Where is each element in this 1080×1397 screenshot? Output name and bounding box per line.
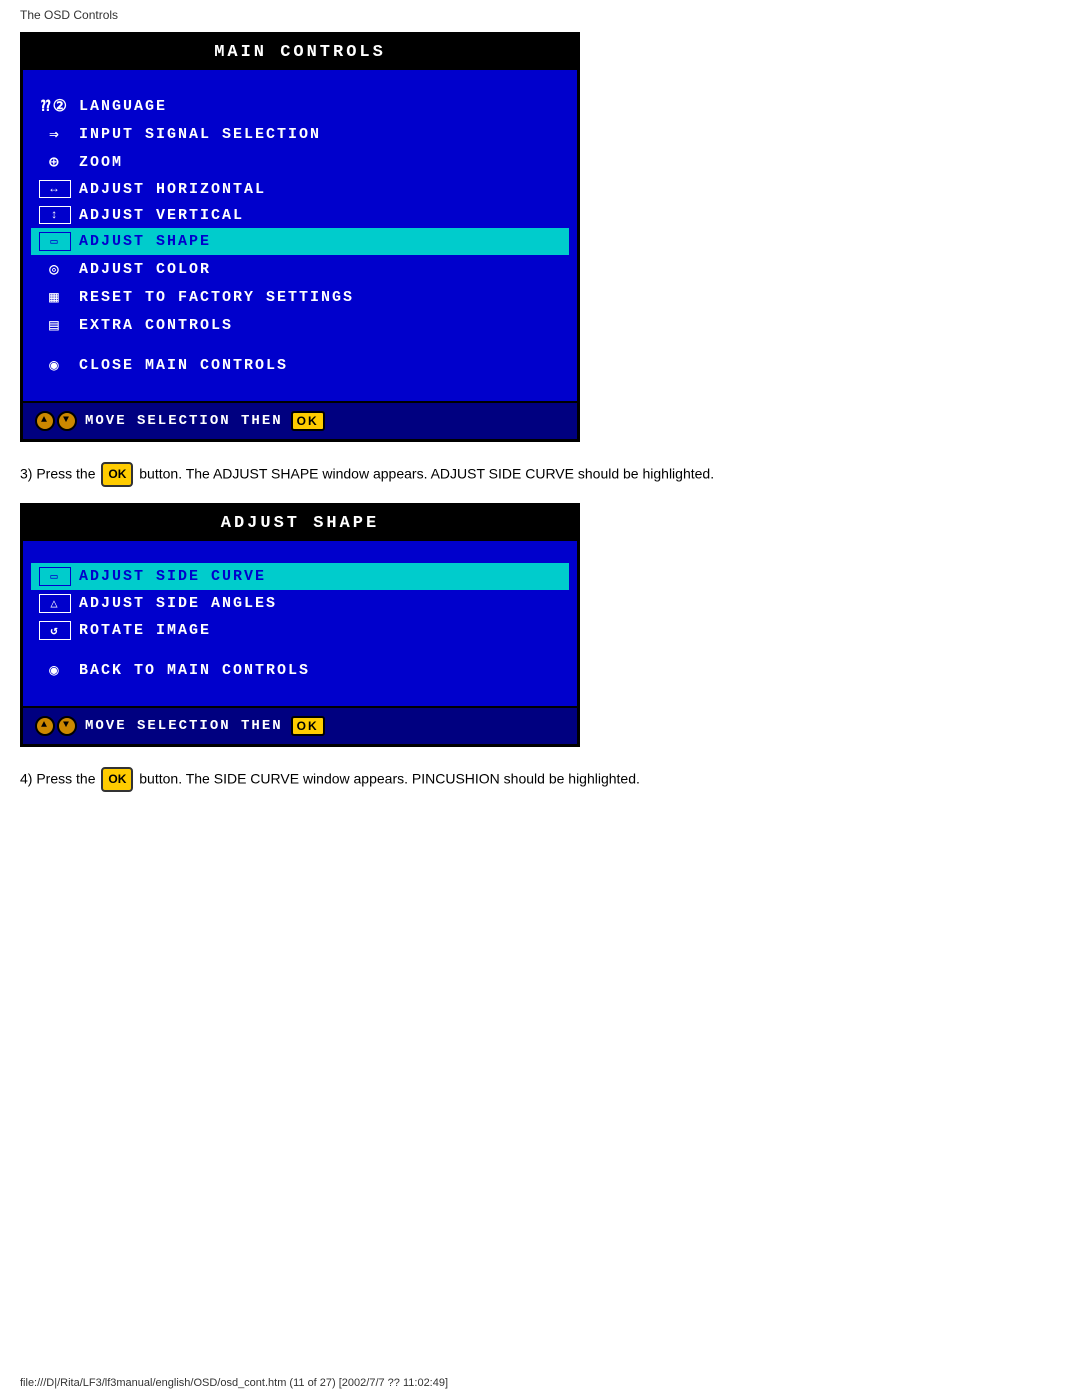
- page-footer: file:///D|/Rita/LF3/lf3manual/english/OS…: [20, 1377, 448, 1389]
- osd-item-input-signal[interactable]: ⇒ INPUT SIGNAL SELECTION: [31, 120, 569, 148]
- osd-item-close-main[interactable]: ◉ CLOSE MAIN CONTROLS: [31, 351, 569, 379]
- input-signal-label: INPUT SIGNAL SELECTION: [79, 126, 561, 143]
- osd-item-extra-controls[interactable]: ▤ EXTRA CONTROLS: [31, 311, 569, 339]
- extra-controls-label: EXTRA CONTROLS: [79, 317, 561, 334]
- osd-item-zoom[interactable]: ⊕ ZOOM: [31, 148, 569, 176]
- adjust-horiz-icon: ↔: [39, 180, 71, 198]
- ok-badge-shape: OK: [291, 716, 325, 736]
- osd-item-side-angles[interactable]: △ ADJUST SIDE ANGLES: [31, 590, 569, 617]
- rotate-image-icon: ↺: [39, 621, 71, 640]
- side-curve-icon: ▭: [39, 567, 71, 586]
- nav-down-icon: ▼: [57, 411, 77, 431]
- close-main-icon: ◉: [39, 355, 71, 375]
- language-icon: ⁇②: [39, 96, 71, 116]
- zoom-label: ZOOM: [79, 154, 561, 171]
- side-angles-icon: △: [39, 594, 71, 613]
- adjust-shape-osd: ADJUST SHAPE ▭ ADJUST SIDE CURVE △ ADJUS…: [20, 503, 580, 747]
- para3-after: button. The ADJUST SHAPE window appears.…: [139, 465, 714, 481]
- nav-down-icon-2: ▼: [57, 716, 77, 736]
- adjust-vert-icon: ↕: [39, 206, 71, 224]
- ok-button-inline-4: OK: [101, 767, 133, 792]
- extra-controls-icon: ▤: [39, 315, 71, 335]
- back-main-icon: ◉: [39, 660, 71, 680]
- side-curve-label: ADJUST SIDE CURVE: [79, 568, 561, 585]
- osd-item-language[interactable]: ⁇② LANGUAGE: [31, 92, 569, 120]
- adjust-shape-footer: ▲ ▼ MOVE SELECTION THEN OK: [23, 706, 577, 744]
- zoom-icon: ⊕: [39, 152, 71, 172]
- osd-item-adjust-horiz[interactable]: ↔ ADJUST HORIZONTAL: [31, 176, 569, 202]
- main-controls-osd: MAIN CONTROLS ⁇② LANGUAGE ⇒ INPUT SIGNAL…: [20, 32, 580, 442]
- main-controls-header: MAIN CONTROLS: [23, 35, 577, 70]
- reset-factory-icon: ▦: [39, 287, 71, 307]
- osd-item-adjust-vert[interactable]: ↕ ADJUST VERTICAL: [31, 202, 569, 228]
- page-title: The OSD Controls: [20, 8, 1060, 22]
- adjust-vert-label: ADJUST VERTICAL: [79, 207, 561, 224]
- osd-item-side-curve[interactable]: ▭ ADJUST SIDE CURVE: [31, 563, 569, 590]
- para4-after: button. The SIDE CURVE window appears. P…: [139, 770, 640, 786]
- language-label: LANGUAGE: [79, 98, 561, 115]
- footer-text-2: MOVE SELECTION THEN: [85, 718, 283, 734]
- ok-badge-main: OK: [291, 411, 325, 431]
- osd-item-adjust-color[interactable]: ◎ ADJUST COLOR: [31, 255, 569, 283]
- nav-up-icon-2: ▲: [35, 716, 55, 736]
- close-main-label: CLOSE MAIN CONTROLS: [79, 357, 561, 374]
- osd-item-rotate-image[interactable]: ↺ ROTATE IMAGE: [31, 617, 569, 644]
- adjust-shape-label: ADJUST SHAPE: [79, 233, 561, 250]
- reset-factory-label: RESET TO FACTORY SETTINGS: [79, 289, 561, 306]
- paragraph-4: 4) Press the OK button. The SIDE CURVE w…: [20, 767, 880, 792]
- main-controls-body: ⁇② LANGUAGE ⇒ INPUT SIGNAL SELECTION ⊕ Z…: [23, 70, 577, 401]
- adjust-shape-header: ADJUST SHAPE: [23, 506, 577, 541]
- footer-text: MOVE SELECTION THEN: [85, 413, 283, 429]
- adjust-shape-body: ▭ ADJUST SIDE CURVE △ ADJUST SIDE ANGLES…: [23, 541, 577, 706]
- side-angles-label: ADJUST SIDE ANGLES: [79, 595, 561, 612]
- main-controls-footer: ▲ ▼ MOVE SELECTION THEN OK: [23, 401, 577, 439]
- osd-item-back-main[interactable]: ◉ BACK TO MAIN CONTROLS: [31, 656, 569, 684]
- paragraph-3: 3) Press the OK button. The ADJUST SHAPE…: [20, 462, 880, 487]
- adjust-color-label: ADJUST COLOR: [79, 261, 561, 278]
- osd-item-reset-factory[interactable]: ▦ RESET TO FACTORY SETTINGS: [31, 283, 569, 311]
- para3-before: 3) Press the: [20, 465, 95, 481]
- para4-before: 4) Press the: [20, 770, 95, 786]
- ok-button-inline-3: OK: [101, 462, 133, 487]
- adjust-horiz-label: ADJUST HORIZONTAL: [79, 181, 561, 198]
- adjust-color-icon: ◎: [39, 259, 71, 279]
- back-main-label: BACK TO MAIN CONTROLS: [79, 662, 561, 679]
- rotate-image-label: ROTATE IMAGE: [79, 622, 561, 639]
- input-signal-icon: ⇒: [39, 124, 71, 144]
- nav-up-icon: ▲: [35, 411, 55, 431]
- adjust-shape-icon: ▭: [39, 232, 71, 251]
- osd-item-adjust-shape[interactable]: ▭ ADJUST SHAPE: [31, 228, 569, 255]
